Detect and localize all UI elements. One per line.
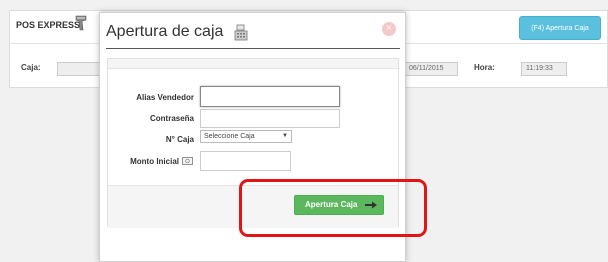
- monto-inicial-input[interactable]: [200, 151, 291, 171]
- form-panel-header: [108, 59, 398, 69]
- password-input[interactable]: [200, 109, 340, 128]
- monto-label: Monto Inicial: [130, 157, 179, 166]
- cash-register-icon: [234, 24, 248, 41]
- alias-vendedor-input[interactable]: [200, 86, 340, 107]
- money-icon: [182, 157, 193, 165]
- caja-select[interactable]: Seleccione Caja ▼: [200, 130, 292, 143]
- open-register-f4-button[interactable]: (F4) Apertura Caja: [519, 16, 601, 40]
- modal-title: Apertura de caja: [106, 23, 224, 40]
- hora-label: Hora:: [474, 63, 495, 72]
- password-label: Contraseña: [149, 114, 194, 123]
- highlight-annotation: [239, 179, 427, 237]
- date-field[interactable]: 06/11/2015: [404, 62, 458, 76]
- caja-field[interactable]: [57, 62, 101, 76]
- scanner-icon: [75, 15, 87, 31]
- close-icon[interactable]: ×: [382, 22, 396, 36]
- app-title: POS EXPRESS: [16, 20, 81, 30]
- caja-label: Caja:: [21, 63, 41, 72]
- caja-select-value: Seleccione Caja: [204, 133, 255, 140]
- caja-number-label: N° Caja: [165, 135, 194, 144]
- title-divider: [106, 48, 400, 49]
- hora-field[interactable]: 11:19:33: [521, 62, 567, 76]
- alias-label: Alias Vendedor: [136, 93, 194, 102]
- chevron-down-icon: ▼: [282, 133, 288, 139]
